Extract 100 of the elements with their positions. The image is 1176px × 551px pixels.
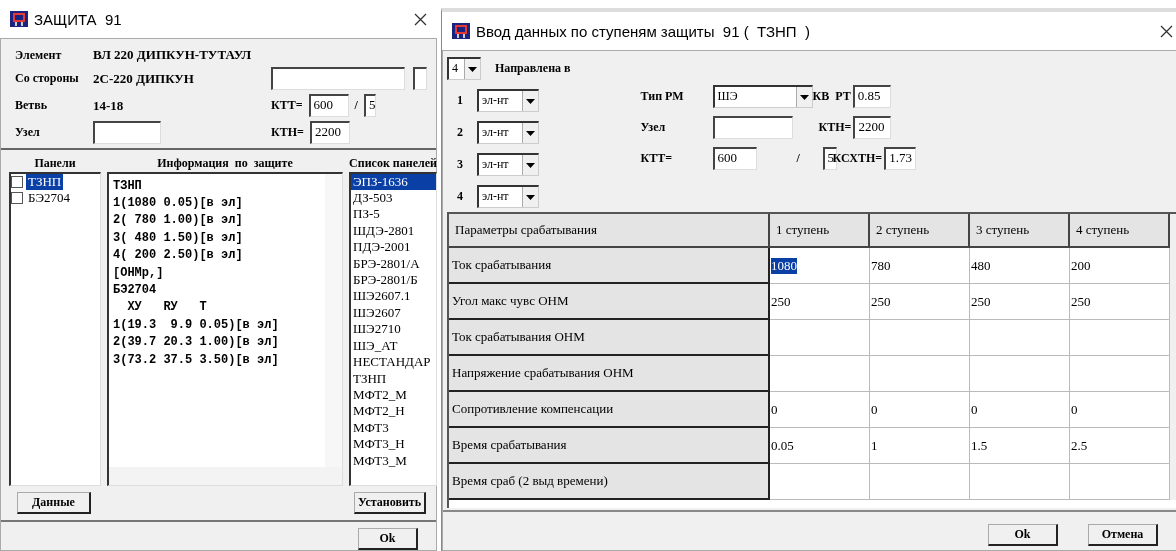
list-item[interactable]: ДЗ-503 — [351, 190, 436, 207]
input-field[interactable] — [712, 116, 793, 139]
empty-cell[interactable] — [870, 356, 970, 392]
list-item[interactable]: БЭ2704 — [26, 190, 73, 207]
empty-cell[interactable] — [1070, 320, 1170, 356]
list-item[interactable]: МФТ3 — [351, 419, 436, 437]
row-header: Угол макс чувс ОНМ — [449, 284, 770, 320]
list-item[interactable]: НЕСТАНДАР — [351, 354, 436, 371]
table-cell[interactable]: 0.05 — [771, 437, 794, 454]
list-item[interactable]: МФТ2_М — [351, 386, 436, 404]
field-label: КТТ= — [640, 151, 674, 166]
window-title: Ввод данных по ступеням защиты 91 ( ТЗНП ) — [476, 22, 811, 40]
horizontal-scrollbar[interactable] — [109, 467, 342, 485]
list-item[interactable]: ЭПЗ-1636 — [351, 173, 436, 191]
row-header: Ток срабатывания ОНМ — [449, 320, 770, 356]
table-cell[interactable]: 780 — [871, 257, 891, 274]
close-icon[interactable] — [414, 12, 427, 26]
cancel-button[interactable]: Отмена — [1088, 524, 1158, 546]
step-number: 3 — [457, 157, 463, 172]
table-cell[interactable]: 200 — [1071, 257, 1091, 274]
dropdown-caret-icon — [799, 94, 809, 100]
direction-dropdown[interactable]: эл-нт — [477, 121, 539, 144]
empty-cell[interactable] — [870, 464, 970, 500]
field-label: Узел — [15, 125, 41, 140]
direction-dropdown[interactable]: эл-нт — [477, 185, 539, 208]
table-cell[interactable]: 1.5 — [971, 437, 988, 454]
list-item[interactable]: ШЭ2710 — [351, 321, 436, 338]
input-field[interactable]: 2200 — [853, 116, 891, 139]
table-cell[interactable]: 0 — [971, 401, 978, 418]
ok-button[interactable]: Ok — [988, 524, 1058, 546]
list-item[interactable]: ШДЭ-2801 — [351, 222, 436, 240]
checkbox[interactable] — [11, 192, 23, 205]
side-value: 2С-220 ДИПКУН — [93, 70, 195, 87]
info-line: 3( 480 1.50)[в эл] — [113, 229, 244, 247]
table-cell[interactable]: 0 — [771, 401, 778, 418]
list-item[interactable]: БРЭ-2801/Б — [351, 272, 436, 289]
table-cell[interactable]: 250 — [1071, 293, 1091, 310]
install-button[interactable]: Установить — [354, 492, 426, 514]
app-icon — [452, 23, 470, 39]
list-item[interactable]: МФТ2_Н — [351, 403, 436, 420]
info-line: 3(73.2 37.5 3.50)[в эл] — [113, 351, 280, 369]
list-item[interactable]: МФТ3_М — [351, 452, 436, 469]
table-cell[interactable]: 2.5 — [1071, 437, 1088, 454]
column-header: 3 ступень — [970, 214, 1070, 248]
field-label: Ветвь — [15, 98, 49, 113]
list-item[interactable]: ПЗ-5 — [351, 206, 436, 223]
list-item[interactable]: ТЗНП — [26, 173, 64, 191]
field-label: Узел — [640, 120, 667, 135]
info-text-area[interactable]: ТЗНП 1(1080 0.05)[в эл] 2( 780 1.00)[в эл] 3( 480 1.50)[в эл] 4( 200 2.50)[в эл] [ОНМр,] БЭ2704 ХУ RУ Т 1(19.3 9.9 0.05)[в эл] 2(39.7 20.3 1.00)[в эл] 3(73.2 37.5 3.50)[в эл] — [107, 171, 343, 486]
table-cell[interactable]: 0 — [1071, 401, 1078, 418]
vertical-scrollbar[interactable] — [325, 173, 342, 467]
checkbox[interactable] — [11, 175, 23, 188]
column-header: Панели — [33, 156, 77, 172]
empty-cell[interactable] — [970, 356, 1070, 392]
input-field[interactable] — [413, 67, 427, 90]
ok-button[interactable]: Ok — [358, 528, 418, 550]
field-label: Тип РМ — [640, 89, 685, 104]
input-field[interactable] — [271, 67, 405, 90]
data-button[interactable]: Данные — [17, 492, 91, 514]
table-cell[interactable]: 250 — [771, 293, 791, 310]
input-field[interactable]: 600 — [712, 147, 757, 170]
direction-dropdown[interactable]: эл-нт — [477, 153, 539, 176]
table-cell[interactable]: 0 — [871, 401, 878, 418]
list-item[interactable]: ШЭ2607 — [351, 304, 436, 322]
branch-value: 14-18 — [93, 97, 125, 114]
info-line: [ОНМр,] — [113, 264, 165, 282]
list-item[interactable]: ПДЭ-2001 — [351, 239, 436, 256]
empty-cell[interactable] — [870, 320, 970, 356]
row-header: Напряжение срабатывания ОНМ — [449, 356, 770, 392]
column-header: 4 ступень — [1070, 214, 1170, 248]
input-field[interactable]: 1.73 — [884, 147, 916, 170]
input-field[interactable]: 5 — [363, 94, 376, 117]
list-item[interactable]: ШЭ2607.1 — [351, 288, 436, 305]
table-cell[interactable]: 250 — [871, 293, 891, 310]
empty-cell[interactable] — [970, 320, 1070, 356]
list-item[interactable]: ТЗНП — [351, 370, 436, 387]
input-field[interactable]: 0.85 — [852, 85, 891, 108]
empty-cell[interactable] — [1070, 464, 1170, 500]
list-item[interactable]: БРЭ-2801/А — [351, 255, 436, 273]
table-cell[interactable]: 1 — [871, 437, 878, 454]
table-cell[interactable]: 480 — [971, 257, 991, 274]
table-cell[interactable]: 250 — [971, 293, 991, 310]
steps-dropdown[interactable]: 4 — [447, 57, 481, 80]
empty-cell[interactable] — [970, 464, 1070, 500]
input-field[interactable]: 600 — [308, 94, 349, 117]
empty-cell[interactable] — [1070, 356, 1170, 392]
input-field[interactable]: 2200 — [309, 121, 350, 144]
direction-dropdown[interactable]: эл-нт — [477, 89, 539, 112]
type-dropdown[interactable]: ШЭ — [712, 85, 813, 108]
field-label: Элемент — [15, 47, 63, 63]
list-item[interactable]: МФТ3_Н — [351, 436, 436, 453]
close-icon[interactable] — [1160, 24, 1173, 38]
step-number: 1 — [457, 93, 463, 108]
info-line: 4( 200 2.50)[в эл] — [113, 247, 244, 265]
separator-text: / — [796, 151, 801, 166]
input-field[interactable] — [93, 121, 161, 144]
info-line: ХУ RУ Т — [126, 299, 208, 317]
list-item[interactable]: ШЭ_АТ — [351, 337, 436, 355]
table-cell[interactable]: 1080 — [771, 257, 797, 274]
column-header: Параметры срабатывания — [449, 214, 770, 248]
